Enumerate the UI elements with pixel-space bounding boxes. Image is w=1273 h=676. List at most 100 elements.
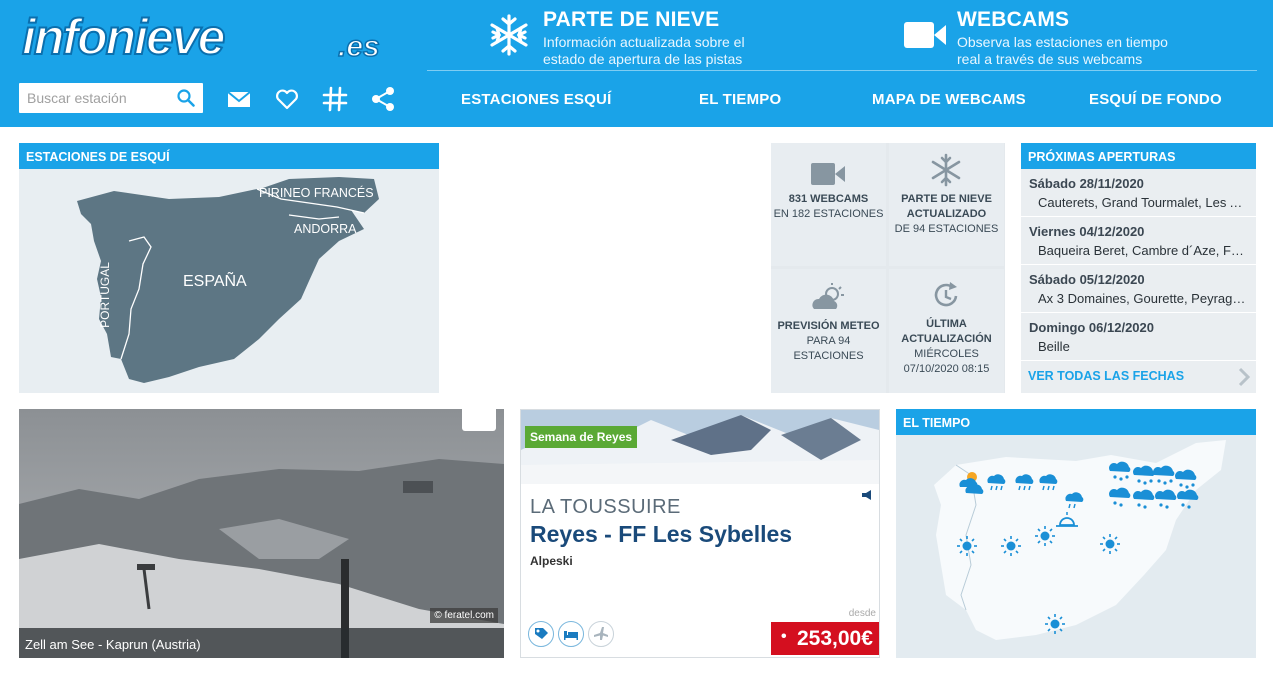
opening-date: Viernes 04/12/2020 [1029,224,1145,239]
stat-snow-report[interactable]: PARTE DE NIEVE ACTUALIZADO DE 94 ESTACIO… [889,143,1004,266]
openings-list: Sábado 28/11/2020 Cauterets, Grand Tourm… [1021,169,1256,393]
sun-icon [1045,614,1065,634]
openings-title: PRÓXIMAS APERTURAS [1021,143,1256,169]
chevron-right-icon[interactable] [1237,367,1251,387]
stat-update-line1: ÚLTIMA [926,318,967,330]
ad-tag: Semana de Reyes [525,426,638,448]
weather-title: EL TIEMPO [896,409,1256,435]
ad-company: Alpeski [530,554,573,568]
opening-stations: Beille [1038,339,1070,354]
stat-snow-line3: DE 94 ESTACIONES [894,223,999,235]
ad-title[interactable]: Reyes - FF Les Sybelles [530,521,792,548]
promo-webcams-desc-2: real a través de sus webcams [957,51,1143,67]
promo-webcams[interactable]: WEBCAMS Observa las estaciones en tiempo… [957,8,1168,68]
weather-map-image[interactable] [896,435,1256,658]
stat-webcams-line1: 831 WEBCAMS [788,193,869,205]
snowflake-icon [490,14,528,56]
stat-update-line3: MIÉRCOLES [914,348,979,360]
svg-text:infonieve: infonieve [22,10,225,65]
heart-icon[interactable] [274,86,300,112]
webcam-credit: © feratel.com [430,608,498,623]
webcam-provider-logo [462,409,496,431]
opening-stations: Ax 3 Domaines, Gourette, Peyragudes [1038,291,1250,306]
stat-update-line4: 07/10/2020 08:15 [903,363,990,375]
snow-cloud-icon [1109,487,1131,507]
weather-map[interactable] [896,435,1256,658]
ad-card[interactable]: Semana de Reyes LA TOUSSUIRE Reyes - FF … [520,409,880,658]
plane-icon [588,621,614,647]
opening-item[interactable]: Sábado 05/12/2020 Ax 3 Domaines, Gourett… [1021,265,1256,313]
ad-subtitle: LA TOUSSUIRE [530,496,681,518]
opening-date: Sábado 05/12/2020 [1029,272,1145,287]
stations-map-title: ESTACIONES DE ESQUÍ [19,143,439,169]
opening-item[interactable]: Domingo 06/12/2020 Beille [1021,313,1256,361]
snow-cloud-icon [965,484,984,494]
stat-forecast-line2: PARA 94 ESTACIONES [793,335,864,362]
stat-snow-line2: ACTUALIZADO [906,208,987,220]
opening-item[interactable]: Viernes 04/12/2020 Baqueira Beret, Cambr… [1021,217,1256,265]
snowflake-icon [931,153,961,187]
rain-cloud-icon [1039,474,1058,491]
map-label-portugal[interactable]: PORTUGAL [98,262,112,328]
sun-icon [1100,534,1120,554]
stat-forecast[interactable]: PREVISIÓN METEO PARA 94 ESTACIONES [771,269,886,393]
opening-date: Domingo 06/12/2020 [1029,320,1154,335]
snow-cloud-icon [1177,489,1199,509]
see-all-dates-link[interactable]: VER TODAS LAS FECHAS [1028,369,1184,383]
infonieve-logo[interactable]: infonieve .es [20,10,405,66]
promo-snow-desc-2: estado de apertura de las pistas [543,51,743,67]
opening-item[interactable]: Sábado 28/11/2020 Cauterets, Grand Tourm… [1021,169,1256,217]
stat-snow-line1: PARTE DE NIEVE [901,193,992,205]
map-label-espana[interactable]: ESPAÑA [183,273,247,291]
nav-el-tiempo[interactable]: EL TIEMPO [699,91,781,108]
svg-text:.es: .es [338,30,380,63]
stat-last-update[interactable]: ÚLTIMA ACTUALIZACIÓN MIÉRCOLES 07/10/202… [889,269,1004,393]
stations-map[interactable]: PIRINEO FRANCÉS ANDORRA ESPAÑA PORTUGAL [19,169,439,393]
stat-webcams[interactable]: 831 WEBCAMS EN 182 ESTACIONES [771,143,886,266]
clock-history-icon [934,282,958,307]
ad-price[interactable]: • 253,00€ [771,622,879,655]
sun-icon [1035,526,1055,546]
promo-webcams-desc-1: Observa las estaciones en tiempo [957,34,1168,50]
stats-grid: 831 WEBCAMS EN 182 ESTACIONES PARTE DE N… [771,143,1005,393]
map-label-andorra[interactable]: ANDORRA [294,222,357,236]
ad-image[interactable]: Semana de Reyes [521,410,879,484]
stat-webcams-line2: EN 182 ESTACIONES [773,208,884,220]
envelope-icon[interactable] [226,86,252,112]
rain-cloud-icon [1015,474,1034,491]
webcam-preview[interactable]: © feratel.com Zell am See - Kaprun (Aust… [19,409,504,658]
site-header: infonieve .es PARTE DE NIEVE [0,0,1273,127]
ad-price-value: 253,00€ [797,627,873,650]
share-icon[interactable] [370,86,396,112]
stat-update-line2: ACTUALIZACIÓN [901,333,992,345]
search-icon[interactable] [177,89,195,107]
hashtag-icon[interactable] [322,86,348,112]
bed-icon [558,621,584,647]
snow-cloud-icon [1109,461,1131,481]
stat-forecast-line1: PREVISIÓN METEO [777,320,880,332]
tag-icon [528,621,554,647]
map-label-pirineo[interactable]: PIRINEO FRANCÉS [259,186,374,200]
opening-stations: Baqueira Beret, Cambre d´Aze, Font Romeu [1038,243,1250,258]
nav-estaciones-esqui[interactable]: ESTACIONES ESQUÍ [461,91,611,108]
ad-price-from: desde [848,608,876,619]
bullet-icon: • [781,628,787,645]
search-box [19,83,203,113]
promo-snow-title: PARTE DE NIEVE [543,8,720,31]
video-camera-icon [811,163,845,185]
opening-stations: Cauterets, Grand Tourmalet, Les Angles, … [1038,195,1250,210]
video-camera-icon [904,22,946,48]
search-input[interactable] [19,83,169,113]
sun-icon [957,536,977,556]
nav-mapa-webcams[interactable]: MAPA DE WEBCAMS [872,91,1026,108]
megaphone-icon [862,490,871,500]
promo-webcams-title: WEBCAMS [957,8,1070,31]
sun-icon [1001,536,1021,556]
opening-date: Sábado 28/11/2020 [1029,176,1144,191]
rain-cloud-icon [987,474,1006,491]
nav-esqui-fondo[interactable]: ESQUÍ DE FONDO [1089,91,1222,108]
promo-snow-report[interactable]: PARTE DE NIEVE Información actualizada s… [543,8,745,68]
sunrise-icon [1056,512,1078,527]
header-divider [427,70,1257,71]
webcam-caption[interactable]: Zell am See - Kaprun (Austria) [19,628,504,658]
